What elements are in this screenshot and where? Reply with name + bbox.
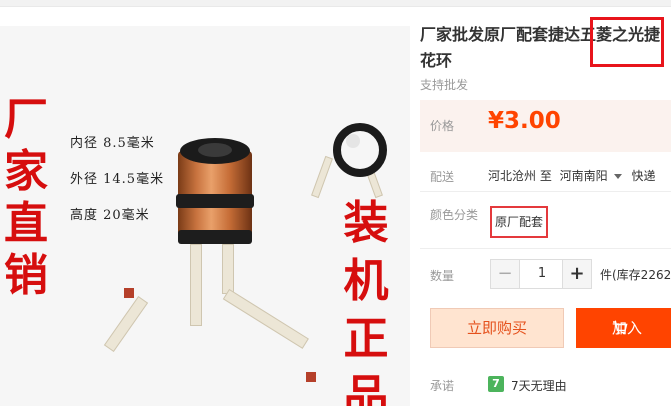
wire-tip <box>306 372 316 382</box>
delivery-method: 快递 <box>631 169 656 183</box>
color-option-selected[interactable]: 原厂配套 <box>490 206 548 238</box>
delivery-from: 河北沧州 至 <box>488 169 552 183</box>
lead-wire <box>222 288 309 349</box>
quantity-stepper: − 1 + <box>490 259 592 289</box>
promise-label: 承诺 <box>430 379 455 393</box>
delivery-label: 配送 <box>430 170 455 184</box>
coil-band <box>176 194 254 208</box>
decrease-button[interactable]: − <box>491 260 520 288</box>
coil-hole <box>198 143 232 157</box>
seven-day-return-icon: 7 <box>488 376 504 392</box>
promise-text[interactable]: 7天无理由 <box>511 377 567 394</box>
image-right-caption: 装机正品 <box>343 196 389 406</box>
buy-now-button[interactable]: 立即购买 <box>430 308 564 348</box>
spec-height: 高度 20毫米 <box>70 208 150 223</box>
wire-tip <box>124 288 134 298</box>
cart-icon <box>613 321 628 335</box>
chevron-down-icon[interactable] <box>613 173 622 179</box>
slip-ring-hole <box>346 134 360 148</box>
image-left-caption: 厂家直销 <box>4 94 48 301</box>
highlight-box <box>590 17 664 67</box>
delivery-destination[interactable]: 河南南阳 <box>560 169 608 183</box>
top-divider <box>0 0 671 7</box>
spec-outer-diameter: 外径 14.5毫米 <box>70 172 165 187</box>
stock-text: 件(库存2262 <box>600 268 671 282</box>
price-label: 价格 <box>430 119 455 133</box>
coil-bottom <box>178 230 252 244</box>
lead-wire <box>103 295 149 353</box>
slip-ring-top-view <box>333 123 387 177</box>
increase-button[interactable]: + <box>562 260 591 288</box>
product-subtitle: 支持批发 <box>420 78 469 92</box>
delivery-info: 河北沧州 至 河南南阳 快递 <box>488 167 656 184</box>
product-title-line2: 花环 <box>420 51 453 70</box>
lead-wire <box>222 244 234 294</box>
lead-wire <box>190 244 202 326</box>
product-image[interactable]: 厂家直销 内径 8.5毫米 外径 14.5毫米 高度 20毫米 装机正品 <box>0 26 410 406</box>
ring-wire <box>311 155 333 199</box>
quantity-input[interactable]: 1 <box>520 260 564 288</box>
price-value: ¥3.00 <box>488 108 561 134</box>
color-label: 颜色分类 <box>430 208 479 222</box>
quantity-label: 数量 <box>430 269 455 283</box>
spec-inner-diameter: 内径 8.5毫米 <box>70 136 155 151</box>
